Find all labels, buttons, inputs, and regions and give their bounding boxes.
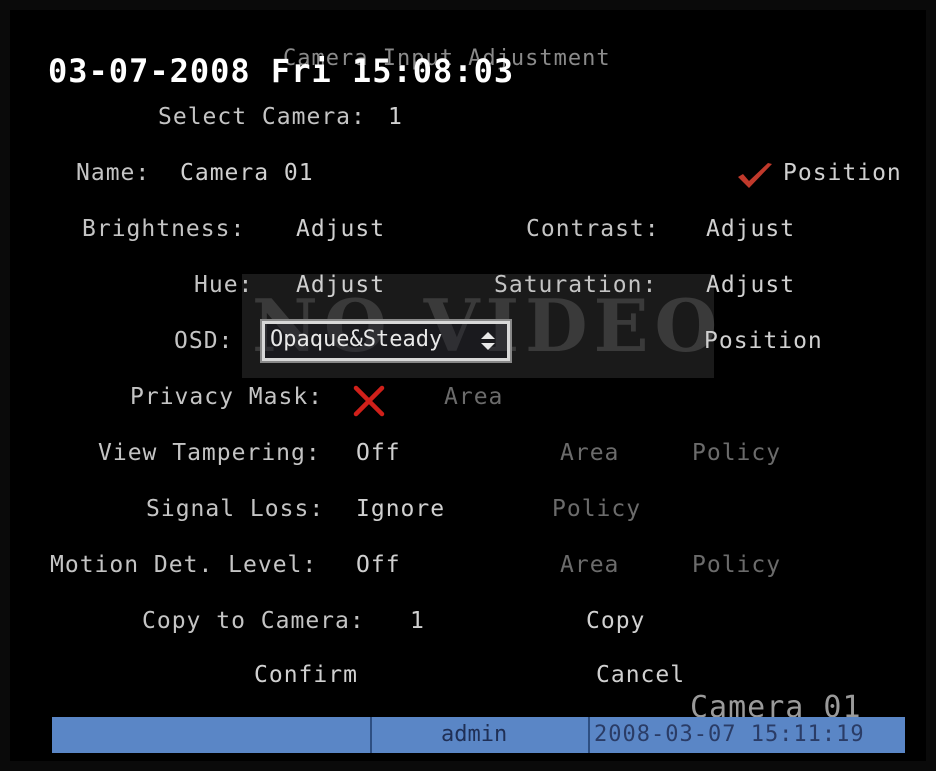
hue-label: Hue: bbox=[194, 272, 254, 298]
saturation-adjust-button[interactable]: Adjust bbox=[706, 272, 795, 298]
checkmark-icon[interactable] bbox=[735, 160, 775, 192]
saturation-label: Saturation: bbox=[494, 272, 658, 298]
privacy-mask-label: Privacy Mask: bbox=[130, 384, 324, 410]
motion-det-label: Motion Det. Level: bbox=[50, 552, 318, 578]
motion-det-area-button[interactable]: Area bbox=[560, 552, 619, 578]
view-tampering-value[interactable]: Off bbox=[356, 440, 401, 466]
view-tampering-area-button[interactable]: Area bbox=[560, 440, 619, 466]
osd-label: OSD: bbox=[174, 328, 234, 354]
signal-loss-label: Signal Loss: bbox=[146, 496, 325, 522]
brightness-adjust-button[interactable]: Adjust bbox=[296, 216, 385, 242]
copy-to-camera-value[interactable]: 1 bbox=[410, 608, 425, 634]
signal-loss-value[interactable]: Ignore bbox=[356, 496, 445, 522]
contrast-label: Contrast: bbox=[526, 216, 660, 242]
view-tampering-policy-button[interactable]: Policy bbox=[692, 440, 781, 466]
motion-det-value[interactable]: Off bbox=[356, 552, 401, 578]
status-bar-user: admin bbox=[441, 722, 508, 747]
name-position-button[interactable]: Position bbox=[783, 160, 902, 186]
osd-datetime: 03-07-2008 Fri 15:08:03 bbox=[48, 52, 515, 90]
osd-position-button[interactable]: Position bbox=[704, 328, 823, 354]
select-camera-label: Select Camera: bbox=[158, 104, 366, 130]
hue-adjust-button[interactable]: Adjust bbox=[296, 272, 385, 298]
status-bar-divider bbox=[370, 717, 372, 753]
contrast-adjust-button[interactable]: Adjust bbox=[706, 216, 795, 242]
camera-name-field[interactable]: Camera 01 bbox=[180, 160, 314, 186]
view-tampering-label: View Tampering: bbox=[98, 440, 321, 466]
confirm-button[interactable]: Confirm bbox=[254, 662, 358, 688]
osd-select-value: Opaque&Steady bbox=[270, 327, 443, 352]
spinner-arrows-icon[interactable] bbox=[478, 330, 498, 352]
copy-to-camera-label: Copy to Camera: bbox=[142, 608, 365, 634]
signal-loss-policy-button[interactable]: Policy bbox=[552, 496, 641, 522]
status-bar-datetime: 2008-03-07 15:11:19 bbox=[594, 722, 865, 747]
privacy-mask-area-button[interactable]: Area bbox=[444, 384, 503, 410]
cancel-button[interactable]: Cancel bbox=[596, 662, 685, 688]
select-camera-value[interactable]: 1 bbox=[388, 104, 403, 130]
brightness-label: Brightness: bbox=[82, 216, 246, 242]
status-bar-divider bbox=[588, 717, 590, 753]
cross-icon[interactable] bbox=[352, 384, 386, 418]
motion-det-policy-button[interactable]: Policy bbox=[692, 552, 781, 578]
copy-button[interactable]: Copy bbox=[586, 608, 645, 634]
name-label: Name: bbox=[76, 160, 151, 186]
